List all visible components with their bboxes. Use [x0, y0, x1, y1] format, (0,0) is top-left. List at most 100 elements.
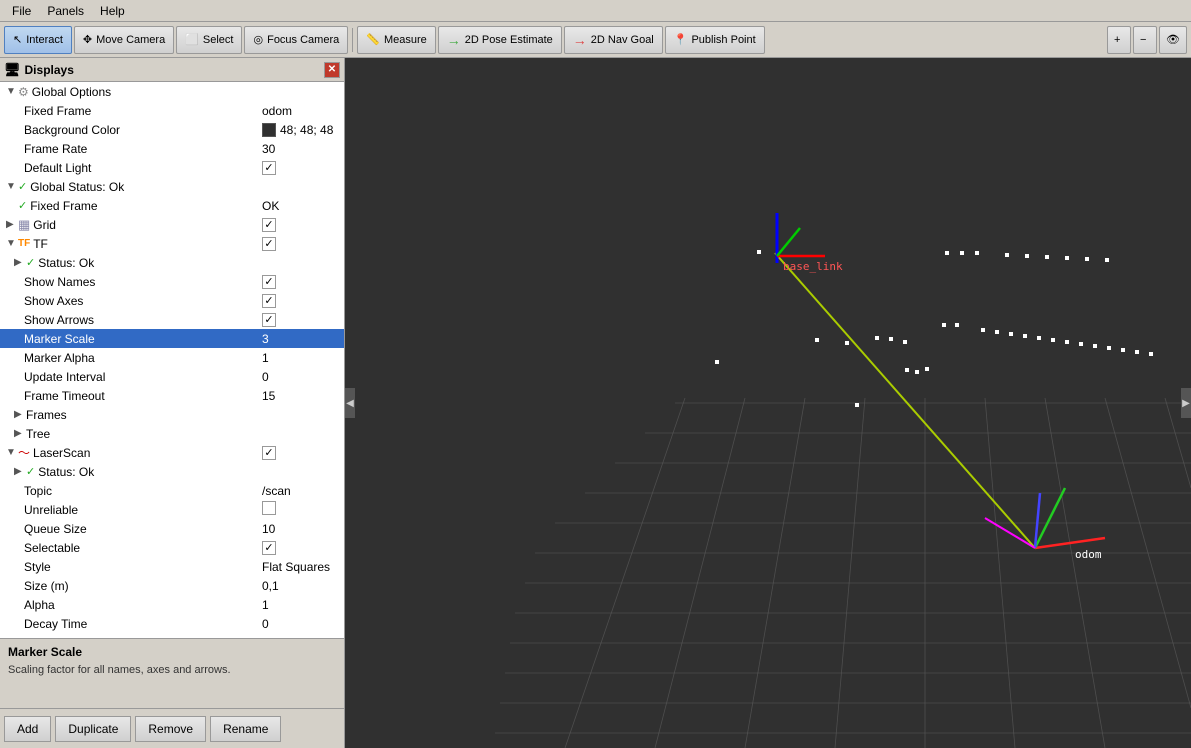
- row-global-status[interactable]: ▼ ✓ Global Status: Ok: [0, 177, 344, 196]
- row-global-options[interactable]: ▼ ⚙ Global Options: [0, 82, 344, 101]
- row-laserscan[interactable]: ▼ 〜 LaserScan ✓: [0, 443, 344, 462]
- 3d-view[interactable]: ◀ ▶: [345, 58, 1191, 748]
- unreliable-checkbox[interactable]: [262, 501, 276, 515]
- expand-grid[interactable]: ▶: [6, 219, 18, 230]
- row-decay-time[interactable]: Decay Time 0: [0, 614, 344, 633]
- grid-checkbox[interactable]: ✓: [262, 218, 276, 232]
- row-frames[interactable]: ▶ Frames: [0, 405, 344, 424]
- unreliable-label: Unreliable: [24, 503, 262, 517]
- row-tree[interactable]: ▶ Tree: [0, 424, 344, 443]
- laserscan-status-label: Status: Ok: [38, 465, 342, 479]
- row-unreliable[interactable]: Unreliable: [0, 500, 344, 519]
- laserscan-status-check-icon: ✓: [26, 465, 35, 478]
- fixed-frame-value: odom: [262, 104, 342, 118]
- tf-checkbox-container: ✓: [262, 236, 342, 251]
- row-marker-alpha[interactable]: Marker Alpha 1: [0, 348, 344, 367]
- expand-left-handle[interactable]: ◀: [345, 388, 355, 418]
- default-light-checkbox[interactable]: ✓: [262, 161, 276, 175]
- publish-point-button[interactable]: 📍 Publish Point: [665, 26, 765, 54]
- background-color-label: Background Color: [24, 123, 262, 137]
- select-button[interactable]: ⬜ Select: [176, 26, 242, 54]
- remove-button[interactable]: Remove: [135, 716, 206, 742]
- expand-tree-item[interactable]: ▶: [14, 428, 26, 439]
- row-tf[interactable]: ▼ TF TF ✓: [0, 234, 344, 253]
- focus-camera-icon: ◎: [253, 33, 263, 46]
- tf-label: TF: [33, 237, 262, 251]
- rename-button[interactable]: Rename: [210, 716, 281, 742]
- expand-global-options[interactable]: ▼: [6, 86, 18, 97]
- row-show-arrows[interactable]: Show Arrows ✓: [0, 310, 344, 329]
- show-names-value: ✓: [262, 274, 342, 289]
- duplicate-button[interactable]: Duplicate: [55, 716, 131, 742]
- expand-tf[interactable]: ▼: [6, 238, 18, 249]
- decay-time-value: 0: [262, 617, 342, 631]
- add-button[interactable]: Add: [4, 716, 51, 742]
- focus-camera-button[interactable]: ◎ Focus Camera: [244, 26, 348, 54]
- remove-view-button[interactable]: −: [1133, 26, 1157, 54]
- row-selectable[interactable]: Selectable ✓: [0, 538, 344, 557]
- row-grid[interactable]: ▶ ▦ Grid ✓: [0, 215, 344, 234]
- row-frame-timeout[interactable]: Frame Timeout 15: [0, 386, 344, 405]
- eye-button[interactable]: 👁: [1159, 26, 1187, 54]
- expand-tf-status[interactable]: ▶: [14, 257, 26, 268]
- row-background-color[interactable]: Background Color 48; 48; 48: [0, 120, 344, 139]
- displays-header-left: 🖥 Displays: [4, 62, 74, 78]
- add-view-button[interactable]: +: [1107, 26, 1131, 54]
- row-show-axes[interactable]: Show Axes ✓: [0, 291, 344, 310]
- row-queue-size[interactable]: Queue Size 10: [0, 519, 344, 538]
- measure-icon: 📏: [366, 33, 380, 46]
- measure-button[interactable]: 📏 Measure: [357, 26, 436, 54]
- show-arrows-label: Show Arrows: [24, 313, 262, 327]
- row-default-light[interactable]: Default Light ✓: [0, 158, 344, 177]
- publish-point-label: Publish Point: [691, 34, 755, 46]
- show-arrows-checkbox[interactable]: ✓: [262, 313, 276, 327]
- measure-label: Measure: [384, 34, 427, 46]
- pose-estimate-button[interactable]: → 2D Pose Estimate: [438, 26, 562, 54]
- show-axes-label: Show Axes: [24, 294, 262, 308]
- style-label: Style: [24, 560, 262, 574]
- close-displays-button[interactable]: ✕: [324, 62, 340, 78]
- interact-button[interactable]: ↖ Interact: [4, 26, 72, 54]
- laserscan-checkbox[interactable]: ✓: [262, 446, 276, 460]
- menu-file[interactable]: File: [4, 2, 39, 20]
- row-style[interactable]: Style Flat Squares: [0, 557, 344, 576]
- row-topic[interactable]: Topic /scan: [0, 481, 344, 500]
- tree-area[interactable]: ▼ ⚙ Global Options Fixed Frame odom Back…: [0, 82, 344, 638]
- expand-laserscan-status[interactable]: ▶: [14, 466, 26, 477]
- nav-goal-button[interactable]: → 2D Nav Goal: [564, 26, 663, 54]
- row-marker-scale[interactable]: Marker Scale 3: [0, 329, 344, 348]
- info-title: Marker Scale: [8, 645, 336, 659]
- update-interval-label: Update Interval: [24, 370, 262, 384]
- grid-label: Grid: [33, 218, 262, 232]
- row-tf-status[interactable]: ▶ ✓ Status: Ok: [0, 253, 344, 272]
- expand-laserscan[interactable]: ▼: [6, 447, 18, 458]
- row-fixed-frame-ok[interactable]: ✓ Fixed Frame OK: [0, 196, 344, 215]
- show-axes-checkbox[interactable]: ✓: [262, 294, 276, 308]
- expand-right-handle[interactable]: ▶: [1181, 388, 1191, 418]
- row-update-interval[interactable]: Update Interval 0: [0, 367, 344, 386]
- row-size[interactable]: Size (m) 0,1: [0, 576, 344, 595]
- fixed-frame-ok-label: Fixed Frame: [30, 199, 262, 213]
- selectable-checkbox[interactable]: ✓: [262, 541, 276, 555]
- size-value: 0,1: [262, 579, 342, 593]
- tf-checkbox[interactable]: ✓: [262, 237, 276, 251]
- row-frame-rate[interactable]: Frame Rate 30: [0, 139, 344, 158]
- expand-global-status[interactable]: ▼: [6, 181, 18, 192]
- row-alpha[interactable]: Alpha 1: [0, 595, 344, 614]
- main-area: 🖥 Displays ✕ ▼ ⚙ Global Options Fixed Fr…: [0, 58, 1191, 748]
- frame-rate-value: 30: [262, 142, 342, 156]
- toolbar-separator-1: [352, 28, 353, 52]
- row-laserscan-status[interactable]: ▶ ✓ Status: Ok: [0, 462, 344, 481]
- marker-alpha-label: Marker Alpha: [24, 351, 262, 365]
- row-fixed-frame[interactable]: Fixed Frame odom: [0, 101, 344, 120]
- select-icon: ⬜: [185, 33, 199, 46]
- expand-frames[interactable]: ▶: [14, 409, 26, 420]
- row-show-names[interactable]: Show Names ✓: [0, 272, 344, 291]
- alpha-value: 1: [262, 598, 342, 612]
- menu-help[interactable]: Help: [92, 2, 133, 20]
- show-names-checkbox[interactable]: ✓: [262, 275, 276, 289]
- move-camera-button[interactable]: ✥ Move Camera: [74, 26, 174, 54]
- menu-panels[interactable]: Panels: [39, 2, 92, 20]
- tf-status-label: Status: Ok: [38, 256, 342, 270]
- frame-timeout-label: Frame Timeout: [24, 389, 262, 403]
